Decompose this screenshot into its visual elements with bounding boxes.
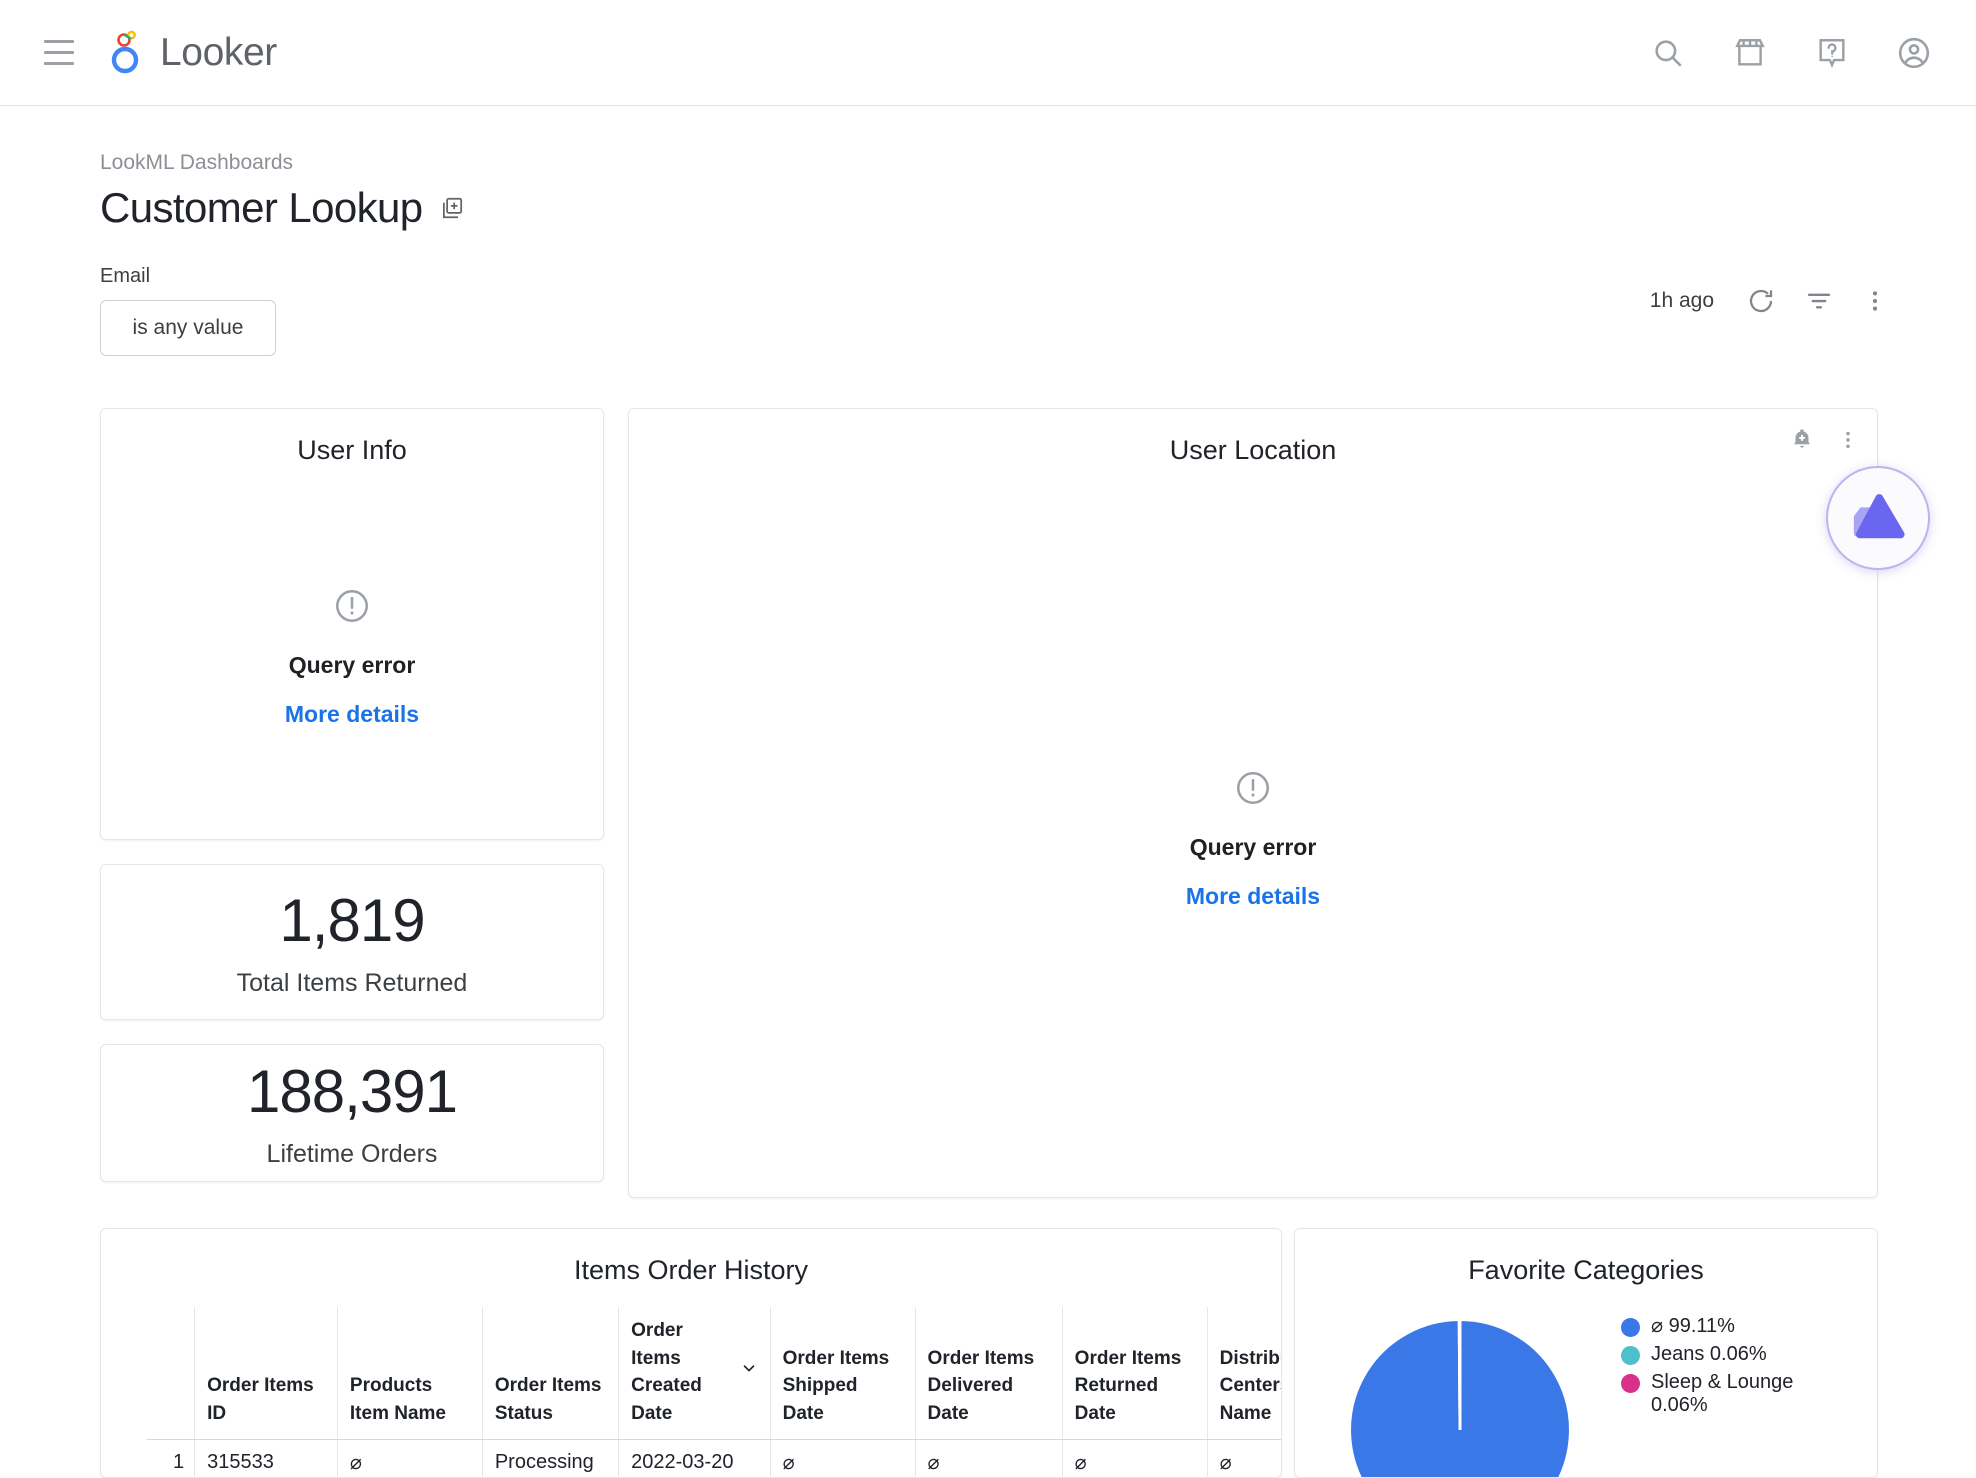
brand[interactable]: Looker	[106, 29, 277, 77]
brand-name: Looker	[160, 31, 277, 75]
tile-title-user-info: User Info	[101, 409, 603, 466]
column-header-order-items-returned-date[interactable]: Order Items Returned Date	[1062, 1307, 1207, 1440]
cell-order-items-created-date: 2022-03-20	[619, 1440, 770, 1478]
query-error-user-location: Query error More details	[629, 769, 1877, 910]
filter-bar: Email is any value	[100, 265, 276, 356]
assistant-mountain-logo[interactable]	[1826, 466, 1930, 570]
tile-lifetime-orders: 188,391 Lifetime Orders	[100, 1044, 604, 1182]
column-header-order-items-id[interactable]: Order Items ID	[195, 1307, 338, 1440]
legend-label: Sleep & Lounge 0.06%	[1651, 1371, 1801, 1417]
table-header-row: Order Items ID Products Item Name Order …	[147, 1307, 1282, 1440]
search-icon[interactable]	[1648, 33, 1688, 73]
breadcrumb[interactable]: LookML Dashboards	[100, 151, 293, 175]
query-error-user-info: Query error More details	[101, 587, 603, 728]
legend-label: ⌀ 99.11%	[1651, 1315, 1735, 1338]
mountain-logo-icon	[1847, 490, 1909, 546]
column-header-products-item-name[interactable]: Products Item Name	[337, 1307, 482, 1440]
cell-order-items-delivered-date: ⌀	[915, 1440, 1062, 1478]
tile-actions-user-location	[1789, 427, 1859, 453]
chevron-down-icon[interactable]	[740, 1358, 758, 1386]
filter-label-email: Email	[100, 265, 276, 288]
error-more-details-link[interactable]: More details	[1186, 883, 1320, 910]
app-bar: Looker	[0, 0, 1976, 106]
app-bar-actions	[1648, 33, 1934, 73]
legend-color-swatch	[1621, 1318, 1640, 1337]
cell-products-item-name: ⌀	[337, 1440, 482, 1478]
favorite-categories-chart: ⌀ 99.11% Jeans 0.06% Sleep & Lounge 0.06…	[1345, 1315, 1801, 1478]
title-row: Customer Lookup	[100, 184, 465, 232]
cell-distribution-centers-name: ⌀	[1207, 1440, 1282, 1478]
looker-logo-icon	[106, 29, 150, 77]
cell-order-items-id: 315533	[195, 1440, 338, 1478]
cell-row-index: 1	[147, 1440, 195, 1478]
kebab-menu-icon[interactable]	[1862, 286, 1888, 316]
refresh-icon[interactable]	[1746, 286, 1776, 316]
last-updated-timestamp: 1h ago	[1650, 289, 1714, 313]
tile-favorite-categories: Favorite Categories ⌀ 99.11% Jeans 0.06%…	[1294, 1228, 1878, 1478]
legend-color-swatch	[1621, 1374, 1640, 1393]
error-exclamation-icon	[333, 587, 371, 630]
column-header-order-items-status[interactable]: Order Items Status	[482, 1307, 618, 1440]
account-circle-icon[interactable]	[1894, 33, 1934, 73]
items-order-history-table: Order Items ID Products Item Name Order …	[147, 1307, 1282, 1478]
page-title: Customer Lookup	[100, 184, 423, 232]
column-header-label: Order Items Created Date	[631, 1317, 733, 1427]
pie-chart[interactable]	[1345, 1315, 1575, 1478]
legend-item[interactable]: Sleep & Lounge 0.06%	[1621, 1371, 1801, 1417]
add-to-board-icon[interactable]	[439, 195, 465, 221]
tile-total-items-returned: 1,819 Total Items Returned	[100, 864, 604, 1020]
legend-item[interactable]: ⌀ 99.11%	[1621, 1315, 1801, 1338]
dashboard-toolbar: 1h ago	[1650, 286, 1888, 316]
tile-user-location: User Location Query error More details	[628, 408, 1878, 1198]
add-alert-bell-icon[interactable]	[1789, 427, 1815, 453]
tile-title-favorite-categories: Favorite Categories	[1295, 1229, 1877, 1286]
legend-label: Jeans 0.06%	[1651, 1343, 1767, 1366]
items-order-history-table-wrap[interactable]: Order Items ID Products Item Name Order …	[147, 1307, 1282, 1478]
kebab-menu-icon[interactable]	[1837, 427, 1859, 453]
legend-item[interactable]: Jeans 0.06%	[1621, 1343, 1801, 1366]
storefront-icon[interactable]	[1730, 33, 1770, 73]
cell-order-items-returned-date: ⌀	[1062, 1440, 1207, 1478]
kpi-value: 1,819	[279, 886, 424, 955]
kpi-lifetime-orders: 188,391 Lifetime Orders	[101, 1045, 603, 1181]
cell-order-items-status: Processing	[482, 1440, 618, 1478]
cell-order-items-shipped-date: ⌀	[770, 1440, 915, 1478]
column-header-distribution-centers-name[interactable]: Distribution Centers Name	[1207, 1307, 1282, 1440]
column-header-order-items-delivered-date[interactable]: Order Items Delivered Date	[915, 1307, 1062, 1440]
error-title: Query error	[289, 652, 416, 679]
kpi-value: 188,391	[247, 1057, 457, 1126]
column-header-order-items-shipped-date[interactable]: Order Items Shipped Date	[770, 1307, 915, 1440]
column-header-order-items-created-date[interactable]: Order Items Created Date	[619, 1307, 770, 1440]
error-title: Query error	[1190, 834, 1317, 861]
tile-user-info: User Info Query error More details	[100, 408, 604, 840]
kpi-label: Lifetime Orders	[267, 1140, 438, 1169]
error-exclamation-icon	[1234, 769, 1272, 812]
tile-items-order-history: Items Order History Order Items ID Produ…	[100, 1228, 1282, 1478]
table-row[interactable]: 1 315533 ⌀ Processing 2022-03-20 ⌀ ⌀ ⌀ ⌀	[147, 1440, 1282, 1478]
error-more-details-link[interactable]: More details	[285, 701, 419, 728]
kpi-total-items-returned: 1,819 Total Items Returned	[101, 865, 603, 1019]
help-question-icon[interactable]	[1812, 33, 1852, 73]
hamburger-menu-icon[interactable]	[36, 30, 82, 76]
column-header-rownum	[147, 1307, 195, 1440]
legend-color-swatch	[1621, 1346, 1640, 1365]
tile-title-user-location: User Location	[629, 409, 1877, 466]
pie-legend: ⌀ 99.11% Jeans 0.06% Sleep & Lounge 0.06…	[1621, 1315, 1801, 1417]
filter-icon[interactable]	[1804, 286, 1834, 316]
filter-value-email[interactable]: is any value	[100, 300, 276, 356]
tile-title-items-order-history: Items Order History	[101, 1229, 1281, 1286]
kpi-label: Total Items Returned	[237, 969, 468, 998]
